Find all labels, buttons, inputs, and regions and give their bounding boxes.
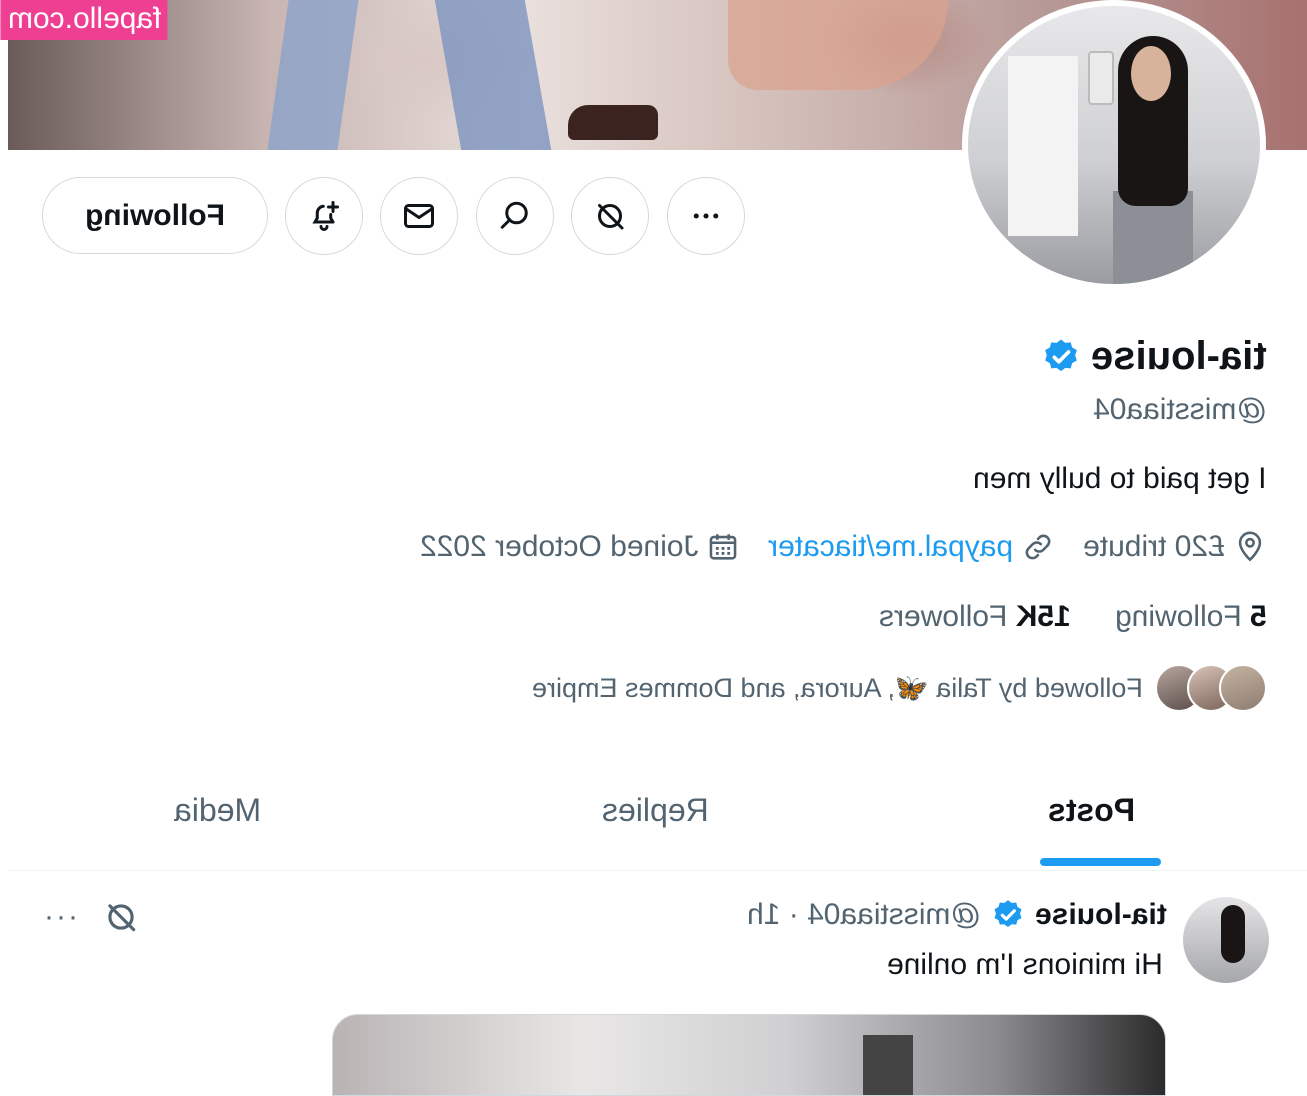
more-button[interactable] xyxy=(667,177,745,255)
verified-badge-icon xyxy=(1041,337,1081,377)
profile-name-row: tia-louise xyxy=(1041,334,1267,379)
search-button[interactable] xyxy=(476,177,554,255)
grok-icon xyxy=(108,904,136,932)
following-button-label: Following xyxy=(85,198,225,232)
followers-count: 15K xyxy=(1016,600,1072,633)
post-avatar[interactable] xyxy=(1183,897,1269,983)
profile-tabs: Posts Replies Media xyxy=(8,770,1307,871)
location: £20 tribute xyxy=(1083,530,1267,564)
search-icon xyxy=(500,201,528,229)
following-label: Following xyxy=(1115,600,1242,633)
message-button[interactable] xyxy=(380,177,458,255)
mail-icon xyxy=(404,204,434,228)
website-link[interactable]: paypal.me/tiacater xyxy=(768,530,1055,564)
verified-badge-icon xyxy=(991,898,1025,932)
calendar-icon xyxy=(709,534,737,560)
following-count: 5 xyxy=(1250,600,1267,633)
post-media-image[interactable] xyxy=(332,1014,1166,1096)
location-text: £20 tribute xyxy=(1083,530,1225,563)
joined-date: Joined October 2022 xyxy=(420,530,741,564)
followed-by-avatars xyxy=(1155,664,1267,712)
profile-name: tia-louise xyxy=(1091,334,1267,378)
profile-handle: @misstiaa04 xyxy=(1093,393,1267,426)
avatar xyxy=(1219,664,1267,712)
website-text[interactable]: paypal.me/tiacater xyxy=(768,530,1013,564)
joined-text: Joined October 2022 xyxy=(419,530,699,563)
link-icon xyxy=(1025,534,1051,560)
grok-icon xyxy=(598,204,624,230)
post-handle-time: @misstiaa04 · 1h xyxy=(747,898,982,931)
notification-button[interactable] xyxy=(285,177,363,255)
followed-by-text: Followed by Talia 🦋, Aurora, and Dommes … xyxy=(532,673,1143,703)
followers-stat[interactable]: 15K Followers xyxy=(879,600,1071,634)
tab-media[interactable]: Media xyxy=(174,792,261,829)
tab-replies[interactable]: Replies xyxy=(602,792,709,829)
post-header: @misstiaa04 · 1h tia-louise xyxy=(747,898,1167,932)
profile-avatar[interactable] xyxy=(962,0,1266,290)
profile-bio: I get paid to bully men xyxy=(973,462,1267,495)
following-button[interactable]: Following xyxy=(42,177,268,254)
tab-posts[interactable]: Posts xyxy=(1048,792,1135,829)
grok-button[interactable] xyxy=(571,177,649,255)
followers-label: Followers xyxy=(879,600,1008,633)
profile-stats: 15K Followers 5 Following xyxy=(879,600,1267,634)
followed-by[interactable]: Followed by Talia 🦋, Aurora, and Dommes … xyxy=(532,664,1267,712)
post-text: Hi minions I'm online xyxy=(887,948,1163,981)
following-stat[interactable]: 5 Following xyxy=(1115,600,1267,634)
watermark: fapello.com xyxy=(0,0,168,40)
post-grok-button[interactable] xyxy=(102,898,140,941)
profile-meta: Joined October 2022 paypal.me/tiacater £… xyxy=(392,530,1267,564)
notification-add-icon xyxy=(312,201,339,231)
post-author-name[interactable]: tia-louise xyxy=(1035,898,1167,932)
active-tab-indicator xyxy=(1040,858,1161,866)
post-more-icon[interactable]: ··· xyxy=(44,900,80,934)
location-pin-icon xyxy=(1238,531,1262,562)
more-icon xyxy=(693,213,719,219)
